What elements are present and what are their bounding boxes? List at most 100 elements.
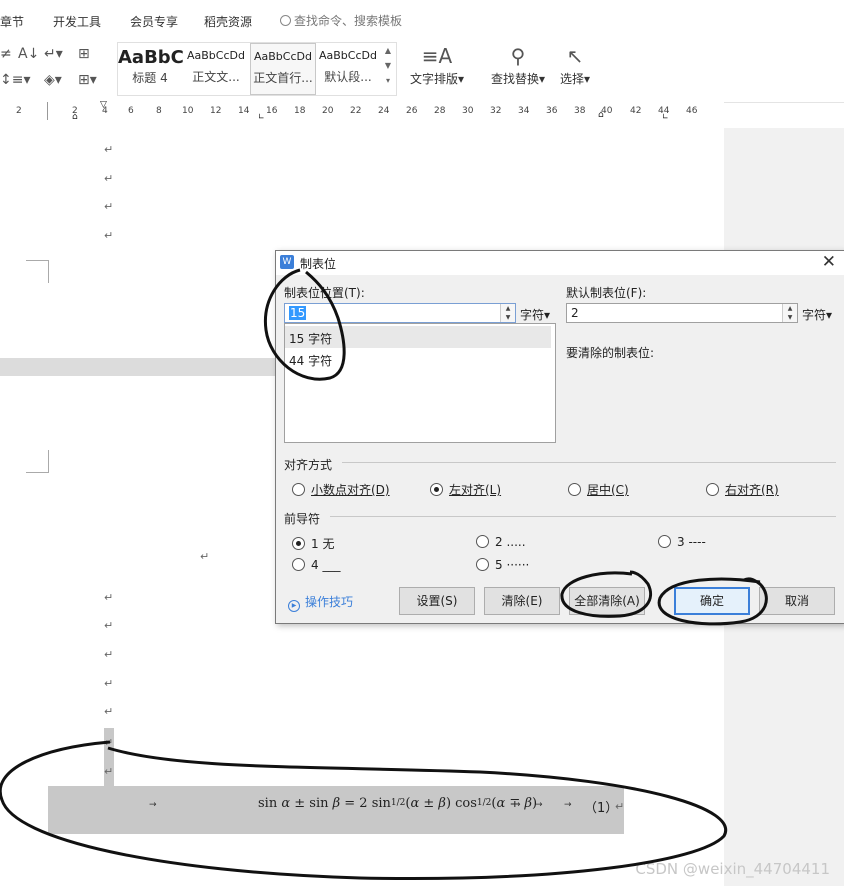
play-icon: ▶	[288, 600, 300, 612]
leader-none-radio[interactable]: 1 无	[292, 535, 334, 552]
tab-unit-dropdown[interactable]: 字符▾	[520, 306, 550, 323]
tab-arrow: →	[513, 800, 521, 810]
tab-ruler-icon[interactable]: ⊞	[78, 46, 90, 62]
tab-arrow: →	[149, 800, 157, 810]
find-replace-button[interactable]: ⚲ 查找替换▾	[486, 44, 550, 87]
style-body-first-indent[interactable]: AaBbCcDd 正文首行...	[250, 43, 316, 95]
ruler-tick: 6	[128, 106, 134, 116]
border-icon[interactable]: ⊞▾	[78, 72, 97, 88]
tab-stop-marker[interactable]: ∟	[662, 112, 669, 121]
wps-writer-icon: W	[280, 255, 294, 269]
ruler-tick: 26	[406, 106, 418, 116]
dialog-title-bar[interactable]: W 制表位 ✕	[276, 251, 844, 275]
select-button[interactable]: ↖ 选择▾	[555, 44, 595, 87]
page-break-gap	[0, 358, 290, 376]
line-spacing-icon[interactable]: ↕≡▾	[0, 72, 31, 88]
style-body-text[interactable]: AaBbCcDd 正文文...	[184, 43, 248, 93]
alignment-section-label: 对齐方式	[284, 458, 333, 472]
ruler-tick: 16	[266, 106, 278, 116]
ruler-margin-marker	[47, 102, 48, 120]
first-line-indent-marker[interactable]: ▽	[100, 100, 107, 110]
cursor-arrow-icon: ↖	[566, 44, 584, 68]
menu-daoke-resources[interactable]: 稻壳资源	[204, 13, 252, 30]
ruler-tick: 24	[378, 106, 390, 116]
paragraph-mark: ↵	[104, 143, 114, 156]
default-tab-input[interactable]: 2 ▲ ▼	[566, 303, 798, 323]
list-item[interactable]: 15 字符	[285, 326, 551, 348]
paragraph-mark: ↵	[104, 736, 114, 749]
ruler-tick: 18	[294, 106, 306, 116]
magnifier-icon: ⚲	[510, 44, 526, 68]
paragraph-mark: ↵	[104, 677, 114, 690]
ruler-tick: 10	[182, 106, 194, 116]
page-corner-mark	[26, 450, 49, 473]
default-tab-spinner[interactable]: ▲ ▼	[782, 304, 797, 322]
text-layout-button[interactable]: ≡A 文字排版▾	[405, 44, 469, 87]
tips-link[interactable]: ▶ 操作技巧	[288, 593, 353, 612]
ruler-tick: 38	[574, 106, 586, 116]
menu-chapter[interactable]: 章节	[0, 13, 24, 30]
formula[interactable]: sin α ± sin β = 2 sin1/2(α ± β) cos1/2(α…	[258, 796, 537, 811]
default-unit-dropdown[interactable]: 字符▾	[802, 306, 832, 323]
leader-underline-radio[interactable]: 4 ___	[292, 558, 340, 572]
shading-icon[interactable]: ◈▾	[44, 72, 62, 88]
paragraph-mark: ↵	[104, 229, 114, 242]
ruler-tick: 22	[350, 106, 362, 116]
indent-icon[interactable]: ≠	[0, 46, 12, 62]
set-button[interactable]: 设置(S)	[399, 587, 475, 615]
paragraph-mark: ↵	[615, 800, 625, 813]
ruler-tick: 14	[238, 106, 250, 116]
line-break-icon[interactable]: ↵▾	[44, 46, 63, 62]
right-indent-marker[interactable]: ⌂	[598, 110, 604, 120]
style-default-paragraph[interactable]: AaBbCcDd 默认段...	[316, 43, 380, 93]
tab-arrow: →	[564, 800, 572, 810]
ruler-tick: 32	[490, 106, 502, 116]
close-icon[interactable]: ✕	[822, 252, 836, 272]
ruler-tick: 36	[546, 106, 558, 116]
leader-dots-radio[interactable]: 2 .....	[476, 535, 526, 549]
leader-middle-dots-radio[interactable]: 5 ······	[476, 558, 529, 572]
align-right-radio[interactable]: 右对齐(R)	[706, 481, 779, 498]
page-corner-mark	[26, 260, 49, 283]
horizontal-ruler[interactable]: 2 2 4 6 8 10 12 14 16 18 20 22 24 26 28 …	[0, 100, 724, 125]
menu-member[interactable]: 会员专享	[130, 13, 178, 30]
sort-icon[interactable]: A↓	[18, 46, 39, 62]
command-search[interactable]: 查找命令、搜索模板	[280, 12, 402, 29]
paragraph-mark: ↵	[104, 591, 114, 604]
style-gallery: AaBbC 标题 4 AaBbCcDd 正文文... AaBbCcDd 正文首行…	[117, 42, 397, 96]
menu-bar: 章节 开发工具 会员专享 稻壳资源 查找命令、搜索模板	[0, 0, 844, 40]
align-left-radio[interactable]: 左对齐(L)	[430, 481, 501, 498]
cancel-button[interactable]: 取消	[759, 587, 835, 615]
menu-developer-tools[interactable]: 开发工具	[53, 13, 101, 30]
leader-section-label: 前导符	[284, 512, 321, 526]
default-tab-label: 默认制表位(F):	[566, 286, 647, 300]
left-indent-marker[interactable]: ⌂	[72, 112, 78, 122]
paragraph-mark: ↵	[104, 200, 114, 213]
clear-all-button[interactable]: 全部清除(A)	[569, 587, 645, 615]
paragraph-mark: ↵	[104, 705, 114, 718]
ruler-tick: 2	[16, 106, 22, 116]
list-item[interactable]: 44 字符	[285, 348, 551, 370]
style-heading4[interactable]: AaBbC 标题 4	[118, 43, 184, 93]
ruler-tick: 28	[434, 106, 446, 116]
tab-position-input[interactable]: 15 ▲ ▼	[284, 303, 516, 323]
align-decimal-radio[interactable]: 小数点对齐(D)	[292, 481, 390, 498]
search-icon	[280, 15, 291, 26]
divider	[330, 516, 836, 517]
tab-stop-list[interactable]: 15 字符 44 字符	[284, 323, 556, 443]
ruler-tick: 12	[210, 106, 222, 116]
paragraph-mark: ↵	[104, 619, 114, 632]
clear-button[interactable]: 清除(E)	[484, 587, 560, 615]
align-center-radio[interactable]: 居中(C)	[568, 481, 629, 498]
equation-number: （1）	[584, 801, 619, 816]
tab-stop-marker[interactable]: ∟	[258, 112, 265, 121]
paragraph-mark: ↵	[104, 765, 114, 778]
ok-button[interactable]: 确定	[674, 587, 750, 615]
ruler-tick: 8	[156, 106, 162, 116]
style-gallery-scroll[interactable]: ▲ ▼ ▾	[380, 43, 396, 93]
tab-position-spinner[interactable]: ▲ ▼	[500, 304, 515, 322]
leader-dashes-radio[interactable]: 3 ----	[658, 535, 706, 549]
paragraph-mark: ↵	[200, 550, 210, 563]
ruler-tick: 30	[462, 106, 474, 116]
watermark: CSDN @weixin_44704411	[635, 860, 830, 878]
